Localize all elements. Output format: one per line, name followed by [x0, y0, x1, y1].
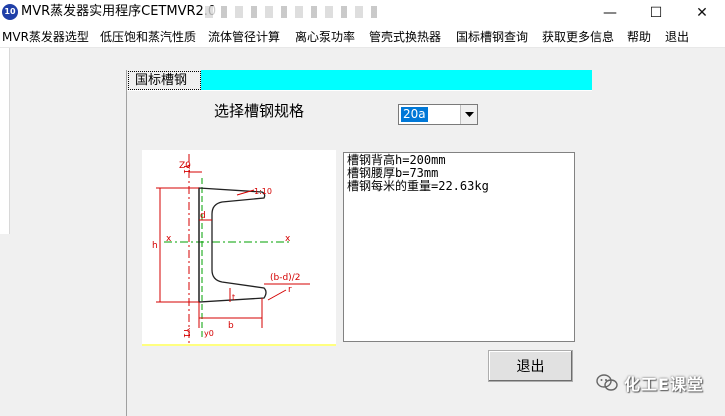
watermark-text: 化工E课堂 [624, 375, 704, 394]
tab-header-bar [201, 70, 592, 90]
exit-button[interactable]: 退出 [488, 350, 573, 382]
spec-select-value: 20a [401, 107, 428, 122]
info-line-weight: 槽钢每米的重量=22.63kg [347, 179, 489, 193]
spec-select[interactable]: 20a [398, 104, 478, 125]
menu-pipe-diameter[interactable]: 流体管径计算 [208, 29, 280, 45]
menu-heat-exchanger[interactable]: 管壳式换热器 [369, 29, 441, 45]
spec-info-textbox[interactable]: 槽钢背高h=200mm 槽钢腰厚b=73mm 槽钢每米的重量=22.63kg [343, 152, 575, 342]
label-half-flange: (b-d)/2 [270, 273, 300, 283]
close-button[interactable]: ✕ [679, 0, 725, 26]
menu-pump-power[interactable]: 离心泵功率 [295, 29, 355, 45]
label-y-bottom: Y1 [182, 327, 191, 338]
channel-steel-dialog: 国标槽钢 选择槽钢规格 20a Z0 1:10 d x x h Y1 Y1 y0… [126, 70, 592, 416]
label-x-right: x [285, 234, 291, 244]
background-panel [0, 48, 10, 234]
menu-bar: MVR蒸发器选型 低压饱和蒸汽性质 流体管径计算 离心泵功率 管壳式换热器 国标… [0, 26, 725, 48]
channel-section-drawing: Z0 1:10 d x x h Y1 Y1 y0 (b-d)/2 t b r [152, 154, 310, 344]
wechat-icon [596, 374, 618, 391]
label-r: r [288, 285, 292, 295]
menu-help[interactable]: 帮助 [627, 29, 651, 45]
menu-steam-properties[interactable]: 低压饱和蒸汽性质 [100, 29, 196, 45]
channel-outline [198, 187, 267, 303]
label-slope: 1:10 [254, 187, 272, 196]
maximize-button[interactable]: ☐ [633, 0, 679, 26]
title-bar: 10 MVR蒸发器实用程序CETMVR2.0 — ☐ ✕ [0, 0, 725, 26]
label-h: h [152, 241, 158, 251]
window-title: MVR蒸发器实用程序CETMVR2.0 [21, 4, 217, 19]
label-y-top: Y1 [182, 163, 191, 174]
select-spec-label: 选择槽钢规格 [214, 102, 305, 120]
app-icon[interactable]: 10 [2, 4, 18, 20]
channel-section-diagram: Z0 1:10 d x x h Y1 Y1 y0 (b-d)/2 t b r [142, 150, 336, 346]
menu-more-info[interactable]: 获取更多信息 [542, 29, 614, 45]
title-obscured-area [205, 6, 385, 18]
tab-channel-steel[interactable]: 国标槽钢 [128, 71, 201, 90]
label-y0: y0 [204, 329, 214, 338]
menu-mvr-evaporator[interactable]: MVR蒸发器选型 [2, 29, 89, 45]
label-b: b [228, 321, 234, 331]
menu-exit[interactable]: 退出 [665, 29, 689, 45]
menu-channel-steel[interactable]: 国标槽钢查询 [456, 29, 528, 45]
label-d: d [200, 211, 206, 221]
label-x-left: x [166, 234, 172, 244]
watermark: 化工E课堂 [596, 370, 704, 396]
label-t: t [232, 293, 235, 302]
chevron-down-icon[interactable] [460, 105, 477, 124]
minimize-button[interactable]: — [587, 0, 633, 26]
tab-frame [127, 90, 592, 91]
